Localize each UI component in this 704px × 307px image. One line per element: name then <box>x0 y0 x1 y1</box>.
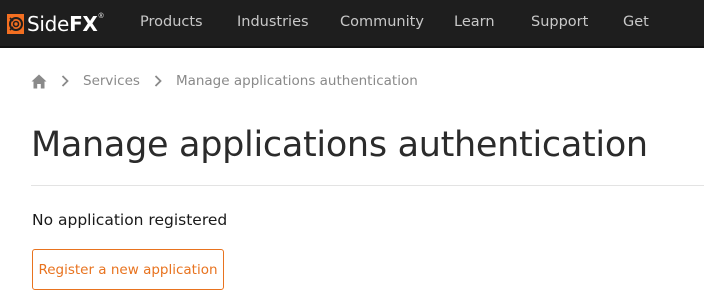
breadcrumb-current-page: Manage applications authentication <box>175 73 418 89</box>
nav-item-products[interactable]: Products <box>140 14 203 30</box>
logo-wordmark: SideFX <box>27 12 98 36</box>
chevron-right-icon <box>61 75 69 87</box>
empty-state-message: No application registered <box>32 211 228 229</box>
breadcrumb-services-link[interactable]: Services <box>83 73 140 89</box>
chevron-right-icon <box>154 75 162 87</box>
register-application-button[interactable]: Register a new application <box>32 249 224 290</box>
sidefx-logo[interactable]: SideFX ® <box>7 12 104 36</box>
nav-item-industries[interactable]: Industries <box>237 14 309 30</box>
nav-item-learn[interactable]: Learn <box>454 14 495 30</box>
sidefx-logo-icon <box>7 14 24 34</box>
title-divider <box>31 185 704 186</box>
trademark-symbol: ® <box>98 12 104 20</box>
nav-item-support[interactable]: Support <box>531 14 588 30</box>
breadcrumb: Services Manage applications authenticat… <box>31 70 418 92</box>
home-icon[interactable] <box>31 74 47 89</box>
page-title: Manage applications authentication <box>31 125 648 165</box>
nav-item-community[interactable]: Community <box>340 14 424 30</box>
top-navigation-bar: SideFX ® Products Industries Community L… <box>0 0 704 48</box>
nav-item-get[interactable]: Get <box>623 14 649 30</box>
